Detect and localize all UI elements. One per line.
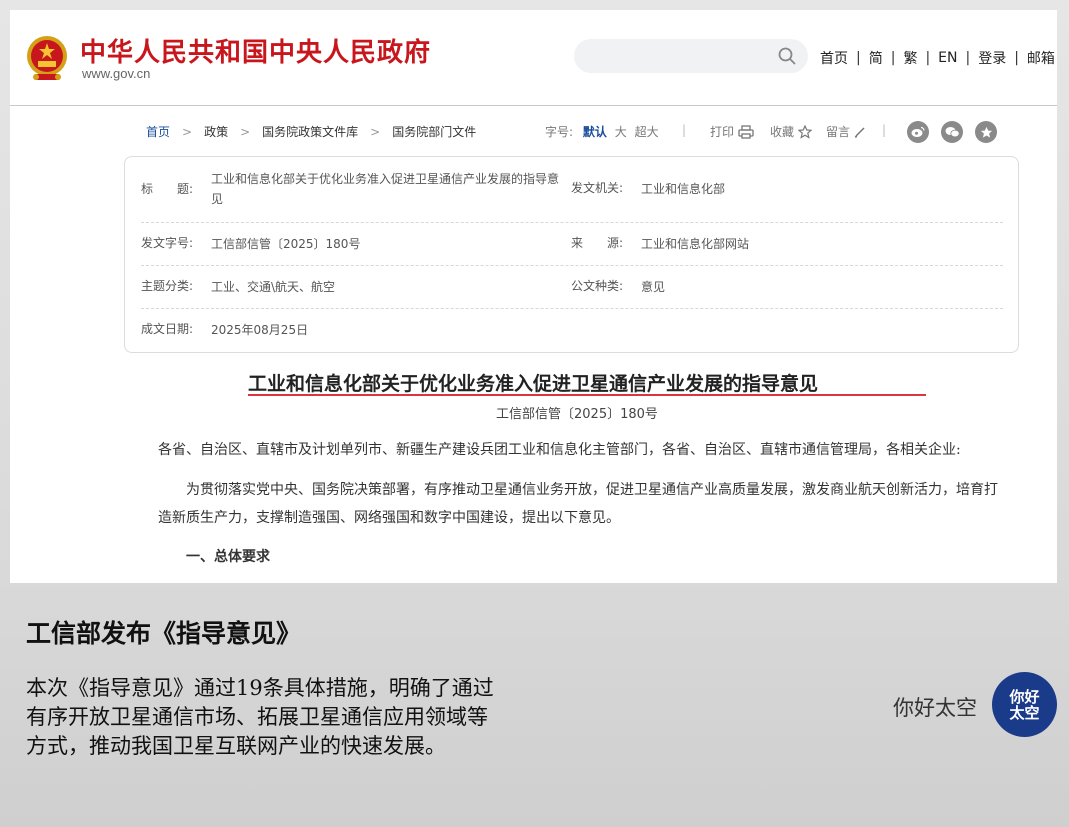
chevron-right-icon: > [370,124,381,139]
printer-icon [738,124,754,139]
metadata-type: 公文种类: 意见 [571,277,665,297]
brand-logo: 你好 太空 [992,672,1057,737]
tool-separator: | [882,123,887,137]
font-size-selector: 字号: 默认 大 超大 [545,123,663,140]
nav-mail-link[interactable]: 邮箱 [1027,48,1055,68]
nav-separator: | [925,50,931,66]
font-size-label: 字号: [545,125,574,139]
search-input[interactable] [574,39,764,73]
top-nav: 首页 | 简 | 繁 | EN | 登录 | 邮箱 [820,48,1055,68]
nav-home-link[interactable]: 首页 [820,48,848,68]
metadata-row: 成文日期: 2025年08月25日 [141,309,1003,352]
comment-label: 留言 [826,125,851,139]
metadata-row: 标 题: 工业和信息化部关于优化业务准入促进卫星通信产业发展的指导意见 发文机关… [141,157,1003,223]
tool-separator: | [682,123,687,137]
favorite-share-icon[interactable] [975,121,997,143]
font-size-default[interactable]: 默认 [583,125,607,139]
font-size-xlarge[interactable]: 超大 [635,125,659,139]
metadata-doc-number: 发文字号: 工信部信管〔2025〕180号 [141,234,360,254]
metadata-doc-number-value: 工信部信管〔2025〕180号 [211,237,361,251]
breadcrumb: 首页 > 政策 > 国务院政策文件库 > 国务院部门文件 [146,123,476,140]
metadata-source: 来 源: 工业和信息化部网站 [571,234,749,254]
metadata-date-value: 2025年08月25日 [211,323,309,337]
caption-title: 工信部发布《指导意见》 [26,619,302,648]
weibo-share-icon[interactable] [907,121,929,143]
metadata-type-value: 意见 [641,280,666,294]
print-button[interactable]: 打印 [710,123,754,140]
site-title[interactable]: 中华人民共和国中央人民政府 [80,32,431,69]
nav-separator: | [890,50,896,66]
font-size-large[interactable]: 大 [615,125,627,139]
metadata-date: 成文日期: 2025年08月25日 [141,320,308,340]
metadata-title-label: 标 题: [141,182,194,196]
document-metadata-table: 标 题: 工业和信息化部关于优化业务准入促进卫星通信产业发展的指导意见 发文机关… [124,156,1019,353]
metadata-source-value: 工业和信息化部网站 [641,237,750,251]
metadata-issuer-label: 发文机关: [571,181,624,195]
document-number: 工信部信管〔2025〕180号 [496,407,658,422]
brand-logo-line: 你好 [1009,687,1040,706]
caption-body: 本次《指导意见》通过19条具体措施，明确了通过有序开放卫星通信市场、拓展卫星通信… [26,676,494,758]
breadcrumb-department-docs[interactable]: 国务院部门文件 [392,123,476,140]
metadata-source-label: 来 源: [571,236,624,250]
comment-button[interactable]: 留言 [826,123,866,140]
search-icon[interactable] [778,47,796,65]
favorite-label: 收藏 [770,125,795,139]
nav-login-link[interactable]: 登录 [978,48,1006,68]
search-box[interactable] [574,39,808,73]
breadcrumb-policy[interactable]: 政策 [204,123,228,140]
metadata-issuer: 发文机关: 工业和信息化部 [571,179,725,199]
wechat-share-icon[interactable] [941,121,963,143]
breadcrumb-policy-library[interactable]: 国务院政策文件库 [262,123,358,140]
chevron-right-icon: > [182,124,193,139]
breadcrumb-home[interactable]: 首页 [146,123,170,140]
metadata-topic-label: 主题分类: [141,279,194,293]
nav-separator: | [1014,50,1019,66]
section-heading: 一、总体要求 [186,549,270,565]
metadata-issuer-value: 工业和信息化部 [641,182,726,196]
nav-separator: | [965,50,971,66]
metadata-title-value: 工业和信息化部关于优化业务准入促进卫星通信产业发展的指导意见 [211,172,560,206]
metadata-row: 发文字号: 工信部信管〔2025〕180号 来 源: 工业和信息化部网站 [141,223,1003,266]
national-emblem-icon[interactable] [24,34,70,84]
nav-simplified-link[interactable]: 简 [869,48,883,68]
metadata-topic: 主题分类: 工业、交通\航天、航空 [141,277,335,297]
nav-traditional-link[interactable]: 繁 [903,48,917,68]
nav-english-link[interactable]: EN [938,50,957,66]
metadata-doc-number-label: 发文字号: [141,236,194,250]
site-header: 中华人民共和国中央人民政府 www.gov.cn 首页 | 简 | 繁 | EN… [10,10,1057,106]
site-domain: www.gov.cn [82,66,151,81]
favorite-button[interactable]: 收藏 [770,123,813,140]
metadata-title: 标 题: 工业和信息化部关于优化业务准入促进卫星通信产业发展的指导意见 [141,169,567,209]
title-underline [248,394,926,396]
metadata-topic-value: 工业、交通\航天、航空 [211,280,336,294]
document-title: 工业和信息化部关于优化业务准入促进卫星通信产业发展的指导意见 [248,373,819,395]
brand-logo-line: 太空 [1009,703,1040,722]
brand-name: 你好太空 [893,696,977,720]
print-label: 打印 [710,125,735,139]
browser-screenshot: 中华人民共和国中央人民政府 www.gov.cn 首页 | 简 | 繁 | EN… [10,10,1057,583]
metadata-type-label: 公文种类: [571,279,624,293]
chevron-right-icon: > [240,124,251,139]
pencil-icon [854,126,865,138]
metadata-row: 主题分类: 工业、交通\航天、航空 公文种类: 意见 [141,266,1003,309]
document-paragraph: 为贯彻落实党中央、国务院决策部署，有序推动卫星通信业务开放，促进卫星通信产业高质… [158,482,998,526]
star-icon [798,124,813,139]
nav-separator: | [856,50,861,66]
metadata-date-label: 成文日期: [141,322,194,336]
document-addressee: 各省、自治区、直辖市及计划单列市、新疆生产建设兵团工业和信息化主管部门，各省、自… [158,442,961,458]
